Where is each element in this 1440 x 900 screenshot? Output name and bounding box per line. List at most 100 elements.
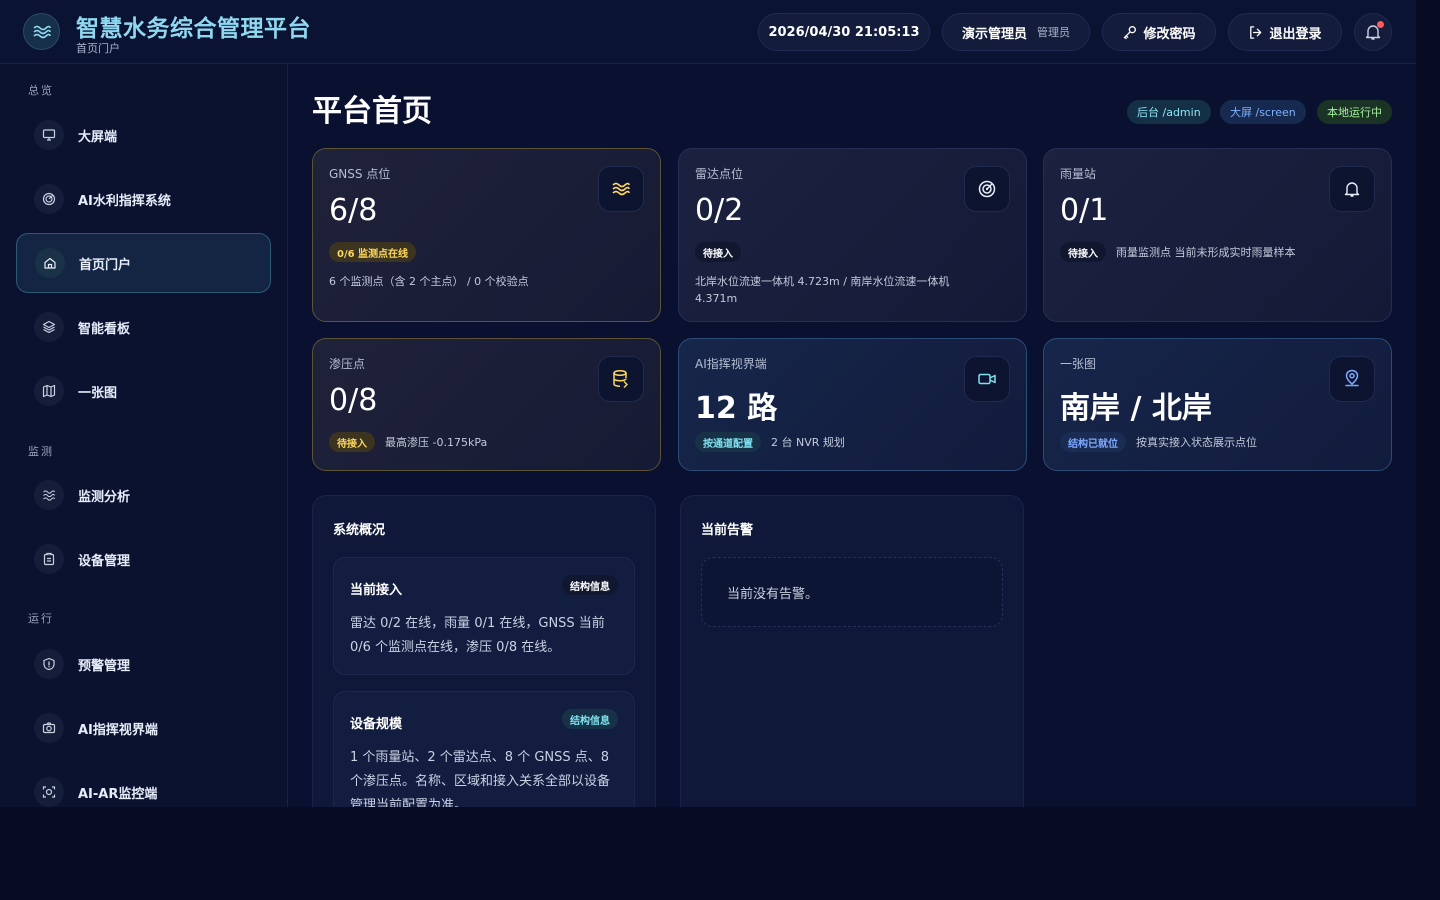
current-alerts-panel: 当前告警 当前没有告警。 [680, 495, 1024, 807]
section-overview: 总览 [28, 84, 54, 97]
sidebar-item-label: 设备管理 [78, 553, 131, 569]
sidebar-item-label: 智能看板 [78, 321, 131, 337]
layers-icon [34, 312, 64, 342]
sidebar-item-screen[interactable]: 大屏端 [16, 105, 271, 165]
system-overview-panel: 系统概况 当前接入 结构信息 雷达 0/2 在线，雨量 0/1 在线，GNSS … [312, 495, 656, 807]
device-scale-block: 设备规模 结构信息 1 个雨量站、2 个雷达点、8 个 GNSS 点、8 个渗压… [333, 691, 635, 807]
logout-icon [1250, 25, 1262, 39]
sidebar-item-alerts[interactable]: 预警管理 [16, 634, 271, 694]
top-header: 智慧水务综合管理平台 首页门户 2026/04/30 21:05:13 演示管理… [0, 0, 1416, 64]
status-badge: 按通道配置 [695, 432, 761, 452]
monitor-icon [34, 120, 64, 150]
change-password-button[interactable]: 修改密码 [1102, 13, 1216, 51]
card-note: 最高渗压 -0.175kPa [385, 436, 488, 449]
card-value: 0/1 [1060, 193, 1109, 228]
home-icon [35, 248, 65, 278]
rain-gauge-card[interactable]: 雨量站 0/1 待接入 雨量监测点 当前未形成实时雨量样本 [1043, 148, 1392, 322]
card-badge-row: 按通道配置 2 台 NVR 规划 [695, 432, 845, 452]
section-operations: 运行 [28, 612, 54, 625]
video-icon [964, 356, 1010, 402]
shield-icon [34, 649, 64, 679]
card-note: 按真实接入状态展示点位 [1136, 436, 1257, 449]
card-description: 6 个监测点（含 2 个主点） / 0 个校验点 [329, 275, 529, 288]
card-note: 雨量监测点 当前未形成实时雨量样本 [1116, 246, 1296, 259]
block-text: 1 个雨量站、2 个雷达点、8 个 GNSS 点、8 个渗压点。名称、区域和接入… [350, 750, 611, 807]
sidebar-item-devices[interactable]: 设备管理 [16, 529, 271, 589]
empty-alerts-message: 当前没有告警。 [701, 557, 1003, 627]
sidebar-item-label: AI水利指挥系统 [78, 193, 171, 209]
card-label: AI指挥视界端 [695, 357, 767, 371]
status-badge: 待接入 [695, 242, 741, 262]
sidebar-item-label: AI指挥视界端 [78, 722, 158, 738]
panel-title: 当前告警 [701, 523, 754, 538]
status-badge: 结构已就位 [1060, 432, 1126, 452]
sidebar: 总览 大屏端 AI水利指挥系统 首页门户 智能看板 一张图 监测 监测分析 设备… [0, 64, 288, 807]
app-window: 智慧水务综合管理平台 首页门户 2026/04/30 21:05:13 演示管理… [0, 0, 1416, 807]
card-badge-row: 0/6 监测点在线 [329, 242, 417, 262]
block-title: 设备规模 [350, 717, 403, 732]
seepage-card[interactable]: 渗压点 0/8 待接入 最高渗压 -0.175kPa [312, 338, 661, 471]
card-label: GNSS 点位 [329, 167, 391, 181]
datetime-text: 2026/04/30 21:05:13 [768, 24, 920, 40]
sidebar-item-ar-monitor[interactable]: AI-AR监控端 [16, 762, 271, 807]
sidebar-item-label: 监测分析 [78, 489, 131, 505]
waves-icon [34, 480, 64, 510]
waves-icon [598, 166, 644, 212]
card-note: 2 台 NVR 规划 [771, 436, 845, 449]
card-value: 6/8 [329, 193, 378, 228]
sidebar-item-home[interactable]: 首页门户 [16, 233, 271, 293]
key-icon [1124, 25, 1137, 39]
screen-link-tag[interactable]: 大屏 /screen [1220, 100, 1306, 124]
notification-dot [1377, 21, 1384, 28]
card-description: 北岸水位流速一体机 4.723m / 南岸水位流速一体机 4.371m [695, 275, 950, 305]
card-label: 雨量站 [1060, 167, 1097, 181]
card-badge-row: 待接入 雨量监测点 当前未形成实时雨量样本 [1060, 242, 1296, 262]
status-badge: 待接入 [329, 432, 375, 452]
logout-label: 退出登录 [1269, 26, 1322, 42]
status-badge: 0/6 监测点在线 [329, 242, 417, 262]
datetime-display: 2026/04/30 21:05:13 [758, 13, 930, 51]
user-menu[interactable]: 演示管理员 管理员 [942, 13, 1090, 51]
radar-card[interactable]: 雷达点位 0/2 待接入 北岸水位流速一体机 4.723m / 南岸水位流速一体… [678, 148, 1027, 322]
block-title: 当前接入 [350, 583, 403, 598]
map-icon [34, 376, 64, 406]
card-badge-row: 待接入 [695, 242, 741, 262]
card-label: 雷达点位 [695, 167, 744, 181]
sidebar-item-ai-vision[interactable]: AI指挥视界端 [16, 698, 271, 758]
radar-icon [34, 184, 64, 214]
camera-icon [34, 713, 64, 743]
one-map-card[interactable]: 一张图 南岸 / 北岸 结构已就位 按真实接入状态展示点位 [1043, 338, 1392, 471]
sidebar-item-label: AI-AR监控端 [78, 786, 158, 802]
card-value: 12 路 [695, 391, 778, 426]
user-name: 演示管理员 [961, 26, 1027, 42]
admin-link-tag[interactable]: 后台 /admin [1127, 100, 1211, 124]
user-role: 管理员 [1037, 26, 1070, 39]
sidebar-item-map[interactable]: 一张图 [16, 361, 271, 421]
database-icon [598, 356, 644, 402]
status-badge: 待接入 [1060, 242, 1106, 262]
sidebar-item-label: 预警管理 [78, 658, 131, 674]
radar-icon [964, 166, 1010, 212]
block-text: 雷达 0/2 在线，雨量 0/1 在线，GNSS 当前 0/6 个监测点在线，渗… [350, 616, 605, 655]
card-badge-row: 待接入 最高渗压 -0.175kPa [329, 432, 487, 452]
logout-button[interactable]: 退出登录 [1228, 13, 1342, 51]
gnss-card[interactable]: GNSS 点位 6/8 0/6 监测点在线 6 个监测点（含 2 个主点） / … [312, 148, 661, 322]
map-pin-icon [1329, 356, 1375, 402]
clipboard-icon [34, 544, 64, 574]
card-label: 渗压点 [329, 357, 366, 371]
change-password-label: 修改密码 [1143, 26, 1196, 42]
card-label: 一张图 [1060, 357, 1097, 371]
ai-vision-card[interactable]: AI指挥视界端 12 路 按通道配置 2 台 NVR 规划 [678, 338, 1027, 471]
app-subtitle: 首页门户 [76, 42, 120, 55]
sidebar-item-monitoring[interactable]: 监测分析 [16, 465, 271, 525]
sidebar-item-label: 一张图 [78, 385, 118, 401]
app-title: 智慧水务综合管理平台 [76, 16, 311, 42]
block-badge: 结构信息 [562, 709, 618, 729]
page-title: 平台首页 [312, 94, 432, 129]
sidebar-item-ai-command[interactable]: AI水利指挥系统 [16, 169, 271, 229]
panel-title: 系统概况 [333, 523, 386, 538]
sidebar-item-dashboard[interactable]: 智能看板 [16, 297, 271, 357]
ar-scan-icon [34, 777, 64, 807]
notification-bell-button[interactable] [1354, 13, 1392, 51]
block-badge: 结构信息 [562, 575, 618, 595]
